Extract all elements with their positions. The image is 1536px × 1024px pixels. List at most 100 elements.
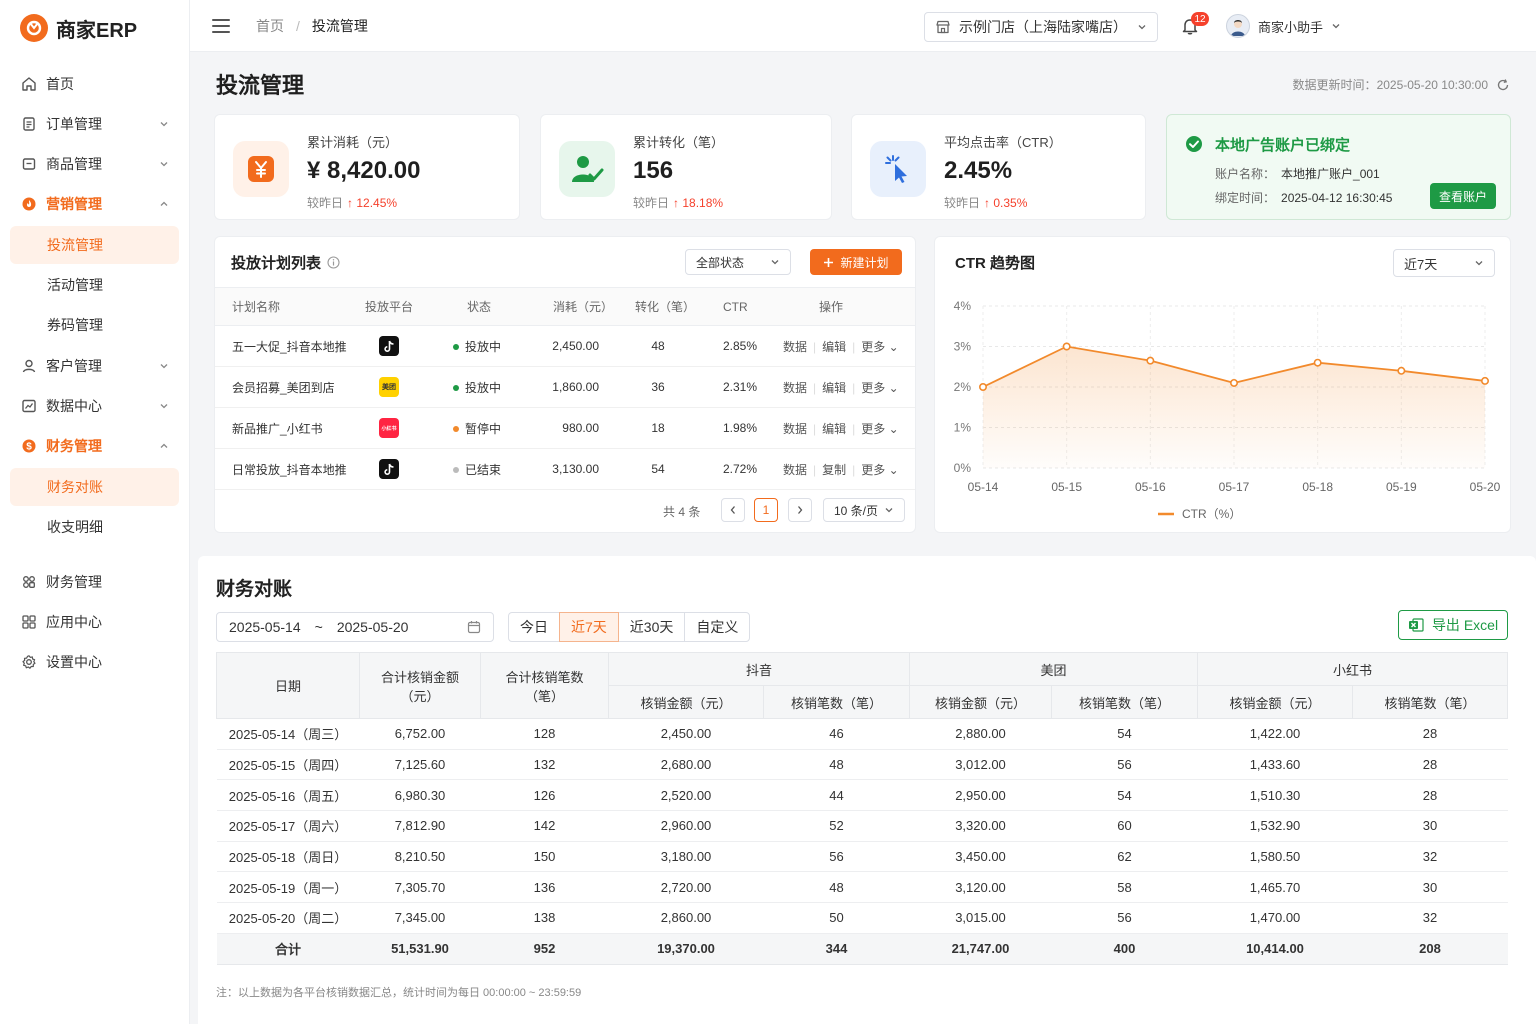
sidebar-item-finance-management[interactable]: 财务管理: [10, 562, 179, 602]
data-link[interactable]: 数据: [783, 422, 807, 436]
user-menu[interactable]: 商家小助手: [1226, 14, 1341, 38]
edit-link[interactable]: 编辑: [822, 422, 846, 436]
app-logo[interactable]: 商家ERP: [0, 0, 189, 56]
sidebar-item-settings[interactable]: 设置中心: [10, 642, 179, 682]
plan-name[interactable]: 日常投放_抖音本地推: [215, 448, 365, 490]
sidebar-item-marketing[interactable]: 营销管理: [10, 184, 179, 224]
notification-badge: 12: [1191, 12, 1209, 26]
more-link[interactable]: 更多 ⌄: [861, 463, 898, 477]
sidebar-sub-coupons[interactable]: 券码管理: [10, 306, 179, 344]
value-cell: 1,510.30: [1197, 779, 1353, 812]
more-link[interactable]: 更多 ⌄: [861, 381, 898, 395]
tab-30-days[interactable]: 近30天: [617, 612, 686, 642]
copy-link[interactable]: 复制: [822, 463, 846, 477]
store-select[interactable]: 示例门店（上海陆家嘴店）: [924, 12, 1158, 42]
page-size-select[interactable]: 10 条/页: [823, 498, 905, 522]
stat-value: 156: [633, 157, 674, 184]
x-tick-label: 05-18: [1302, 480, 1333, 494]
more-link[interactable]: 更多 ⌄: [861, 422, 898, 436]
app-name: 商家ERP: [56, 19, 138, 42]
sidebar-item-products[interactable]: 商品管理: [10, 144, 179, 184]
sidebar-item-apps[interactable]: 应用中心: [10, 602, 179, 642]
value-cell: 132: [480, 749, 609, 781]
sidebar-item-customers[interactable]: 客户管理: [10, 346, 179, 386]
tab-7-days[interactable]: 近7天: [559, 612, 619, 642]
date-range-picker[interactable]: 2025-05-14 ~ 2025-05-20: [216, 612, 494, 642]
info-icon[interactable]: [327, 256, 340, 269]
footnote: 注：以上数据为各平台核销数据汇总，统计时间为每日 00:00:00 ~ 23:5…: [216, 987, 582, 999]
value-cell: 1,422.00: [1197, 718, 1353, 750]
value-cell: 48: [763, 871, 910, 904]
sidebar-sub-reconciliation[interactable]: 财务对账: [10, 468, 179, 506]
date-cell: 2025-05-20（周二）: [216, 902, 360, 934]
table-row[interactable]: 会员招募_美团到店 美团 投放中 1,860.00 36 2.31% 数据 | 编辑…: [215, 366, 915, 408]
plan-name[interactable]: 新品推广_小红书: [215, 407, 365, 449]
edit-link[interactable]: 编辑: [822, 381, 846, 395]
table-row[interactable]: 新品推广_小红书 小红书 暂停中 980.00 18 1.98% 数据 | 编辑 | 更…: [215, 407, 915, 449]
sidebar-sub-income-expense[interactable]: 收支明细: [10, 508, 179, 546]
people-icon: [20, 573, 38, 591]
page-button-current[interactable]: 1: [754, 498, 778, 522]
value-cell: 54: [1051, 779, 1198, 812]
status-dot: [453, 426, 459, 433]
plan-name[interactable]: 五一大促_抖音本地推: [215, 325, 365, 367]
value-cell: 1,433.60: [1197, 749, 1353, 781]
chevron-down-icon: [1137, 22, 1147, 32]
value-cell: 138: [480, 902, 609, 934]
data-link[interactable]: 数据: [783, 381, 807, 395]
ctr-cell: 2.31%: [697, 366, 777, 408]
sidebar-nav: 首页 订单管理 商品管理 营销管理 投流管理 活动管理 券码管理 客户管理 数据…: [0, 64, 189, 682]
value-cell: 2,960.00: [608, 810, 764, 842]
more-link[interactable]: 更多 ⌄: [861, 340, 898, 354]
sidebar-item-finance[interactable]: $ 财务管理: [10, 426, 179, 466]
platform-cell: 小红书: [365, 407, 453, 449]
export-excel-button[interactable]: 导出 Excel: [1398, 610, 1508, 640]
x-tick-label: 05-17: [1219, 480, 1250, 494]
value-cell: 51,531.90: [359, 933, 481, 965]
sidebar-sub-campaigns[interactable]: 活动管理: [10, 266, 179, 304]
data-point: [1313, 358, 1322, 367]
next-page-icon[interactable]: [788, 498, 812, 522]
breadcrumb-home[interactable]: 首页: [256, 16, 284, 36]
ops-cell: 数据 | 编辑 | 更多 ⌄: [777, 325, 915, 367]
box-icon: [20, 155, 38, 173]
sidebar-item-orders[interactable]: 订单管理: [10, 104, 179, 144]
menu-toggle-icon[interactable]: [212, 18, 230, 33]
table-row[interactable]: 五一大促_抖音本地推 投放中 2,450.00 48 2.85% 数据 | 编辑 | 更…: [215, 325, 915, 367]
total-count: 共 4 条: [663, 505, 701, 519]
meituan-icon: 美团: [379, 377, 399, 397]
value-cell: 8,210.50: [359, 841, 481, 873]
column-header: 计划名称: [215, 287, 365, 326]
avatar: [1226, 14, 1250, 38]
refresh-icon[interactable]: [1496, 78, 1510, 92]
y-tick-label: 4%: [954, 299, 972, 313]
tab-today[interactable]: 今日: [508, 612, 560, 642]
y-tick-label: 0%: [954, 461, 972, 475]
table-header-row: 计划名称 投放平台 状态 消耗（元） 转化（笔） CTR 操作: [215, 287, 915, 326]
data-link[interactable]: 数据: [783, 340, 807, 354]
prev-page-icon[interactable]: [721, 498, 745, 522]
value-cell: 48: [763, 749, 910, 781]
chevron-down-icon: [159, 159, 169, 169]
data-link[interactable]: 数据: [783, 463, 807, 477]
view-account-button[interactable]: 查看账户: [1430, 183, 1496, 209]
column-header: 核销金额（元）: [608, 685, 764, 719]
chevron-down-icon: [1331, 21, 1341, 31]
data-point: [1397, 366, 1406, 375]
date-cell: 2025-05-19（周一）: [216, 871, 360, 904]
status-filter-select[interactable]: 全部状态: [685, 249, 791, 275]
date-cell: 2025-05-17（周六）: [216, 810, 360, 842]
x-tick-label: 05-20: [1470, 480, 1501, 494]
clipboard-icon: [20, 115, 38, 133]
new-plan-button[interactable]: 新建计划: [810, 249, 902, 275]
x-tick-label: 05-15: [1051, 480, 1082, 494]
sidebar-sub-ad-traffic[interactable]: 投流管理: [10, 226, 179, 264]
sidebar-item-data-center[interactable]: 数据中心: [10, 386, 179, 426]
plan-name[interactable]: 会员招募_美团到店: [215, 366, 365, 408]
douyin-icon: [379, 336, 399, 356]
sidebar-item-home[interactable]: 首页: [10, 64, 179, 104]
edit-link[interactable]: 编辑: [822, 340, 846, 354]
table-row[interactable]: 日常投放_抖音本地推 已结束 3,130.00 54 2.72% 数据 | 复制 | 更…: [215, 448, 915, 490]
status-dot: [453, 467, 459, 474]
tab-custom[interactable]: 自定义: [684, 612, 751, 642]
